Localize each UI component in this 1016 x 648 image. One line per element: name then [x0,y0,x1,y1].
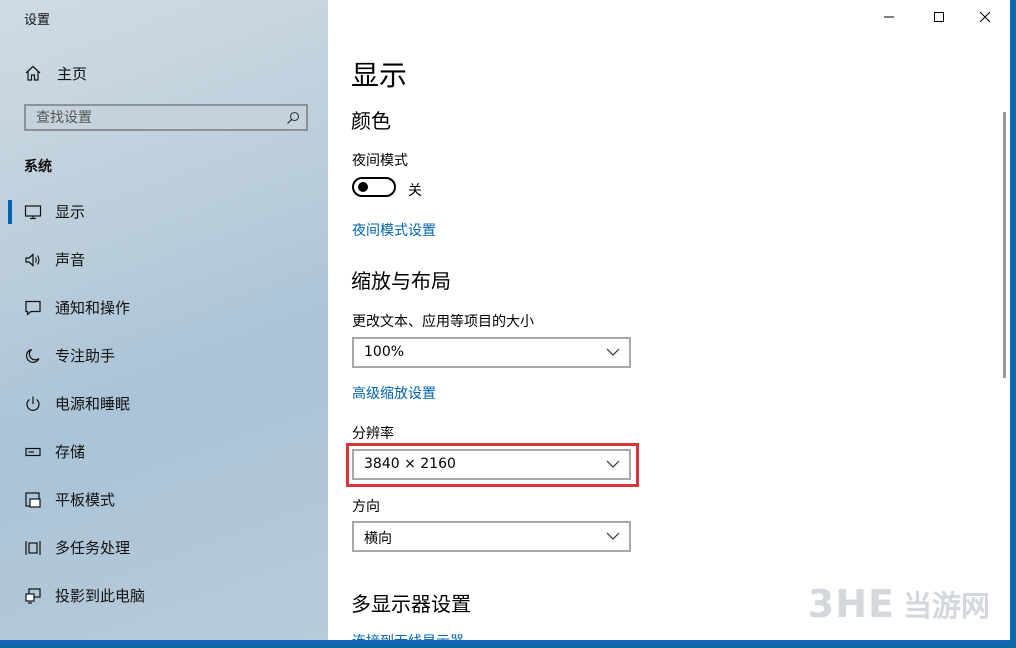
close-icon [979,11,991,23]
monitor-icon [24,205,42,220]
advanced-scaling-link[interactable]: 高级缩放设置 [352,383,436,403]
page-title: 显示 [351,59,408,92]
chevron-down-icon [606,532,620,540]
resolution-label: 分辨率 [352,426,394,442]
watermark-latin: 3HE [807,582,895,626]
multitask-icon [25,541,41,555]
project-icon [25,588,41,604]
sidebar-item-notifications[interactable]: 通知和操作 [0,288,328,328]
sidebar-item-label: 投影到此电脑 [55,587,146,605]
tablet-icon [25,492,41,508]
sidebar-item-display[interactable]: 显示 [0,192,328,232]
section-multi-display-title: 多显示器设置 [351,592,471,616]
scale-dropdown[interactable]: 100% [352,337,631,368]
orientation-dropdown[interactable]: 横向 [352,521,631,552]
night-mode-settings-link[interactable]: 夜间模式设置 [352,220,436,240]
moon-icon [26,348,40,363]
chevron-down-icon [606,460,620,468]
sidebar-item-tablet-mode[interactable]: 平板模式 [0,480,328,520]
home-nav-item[interactable]: 主页 [24,62,87,84]
sidebar-item-label: 平板模式 [55,491,116,509]
speaker-icon [25,253,40,267]
section-color-title: 颜色 [351,109,391,133]
search-input[interactable] [26,106,286,129]
search-box[interactable] [24,104,308,131]
sidebar-item-multitasking[interactable]: 多任务处理 [0,528,328,568]
sidebar-item-sound[interactable]: 声音 [0,240,328,280]
sidebar-item-label: 显示 [55,203,86,221]
night-mode-label: 夜间模式 [352,153,408,169]
sidebar: 设置 主页 系统 显示 [0,0,328,640]
watermark: 3HE 当游网 [808,582,990,626]
watermark-chinese: 当游网 [902,589,990,623]
resolution-dropdown[interactable]: 3840 × 2160 [352,449,631,480]
sidebar-item-label: 声音 [55,251,86,269]
message-icon [25,300,41,316]
active-indicator [8,200,12,224]
sidebar-item-label: 多任务处理 [55,539,131,557]
sidebar-item-label: 存储 [55,443,86,461]
resolution-value: 3840 × 2160 [364,456,456,472]
orientation-value: 横向 [364,531,392,547]
sidebar-item-storage[interactable]: 存储 [0,432,328,472]
sidebar-item-label: 通知和操作 [55,299,131,317]
minimize-icon [884,16,894,18]
sidebar-item-label: 专注助手 [55,347,116,365]
close-button[interactable] [962,2,1008,32]
chevron-down-icon [606,348,620,356]
maximize-button[interactable] [916,2,962,32]
scale-value: 100% [364,344,405,360]
sidebar-item-focus-assist[interactable]: 专注助手 [0,336,328,376]
orientation-label: 方向 [352,499,380,515]
content-pane: 显示 颜色 夜间模式 关 夜间模式设置 缩放与布局 更改文本、应用等项目的大小 … [328,0,1010,640]
toggle-knob [358,182,368,192]
settings-window: 设置 主页 系统 显示 [0,0,1013,643]
app-title: 设置 [24,13,51,28]
night-mode-toggle[interactable] [352,177,396,197]
sidebar-item-project-to-pc[interactable]: 投影到此电脑 [0,576,328,616]
storage-icon [25,447,41,457]
power-icon [26,396,40,411]
sidebar-item-label: 电源和睡眠 [55,395,131,413]
scrollbar[interactable] [1003,112,1006,378]
sidebar-item-power-sleep[interactable]: 电源和睡眠 [0,384,328,424]
home-label: 主页 [57,64,88,83]
search-icon [287,111,300,124]
wireless-display-link[interactable]: 连接到无线显示器 [352,631,464,640]
minimize-button[interactable] [866,2,912,32]
maximize-icon [934,12,944,22]
section-title: 系统 [24,159,52,175]
scale-label: 更改文本、应用等项目的大小 [352,314,534,330]
home-icon [25,65,41,81]
section-scale-layout-title: 缩放与布局 [351,269,451,293]
night-mode-state: 关 [408,183,422,199]
